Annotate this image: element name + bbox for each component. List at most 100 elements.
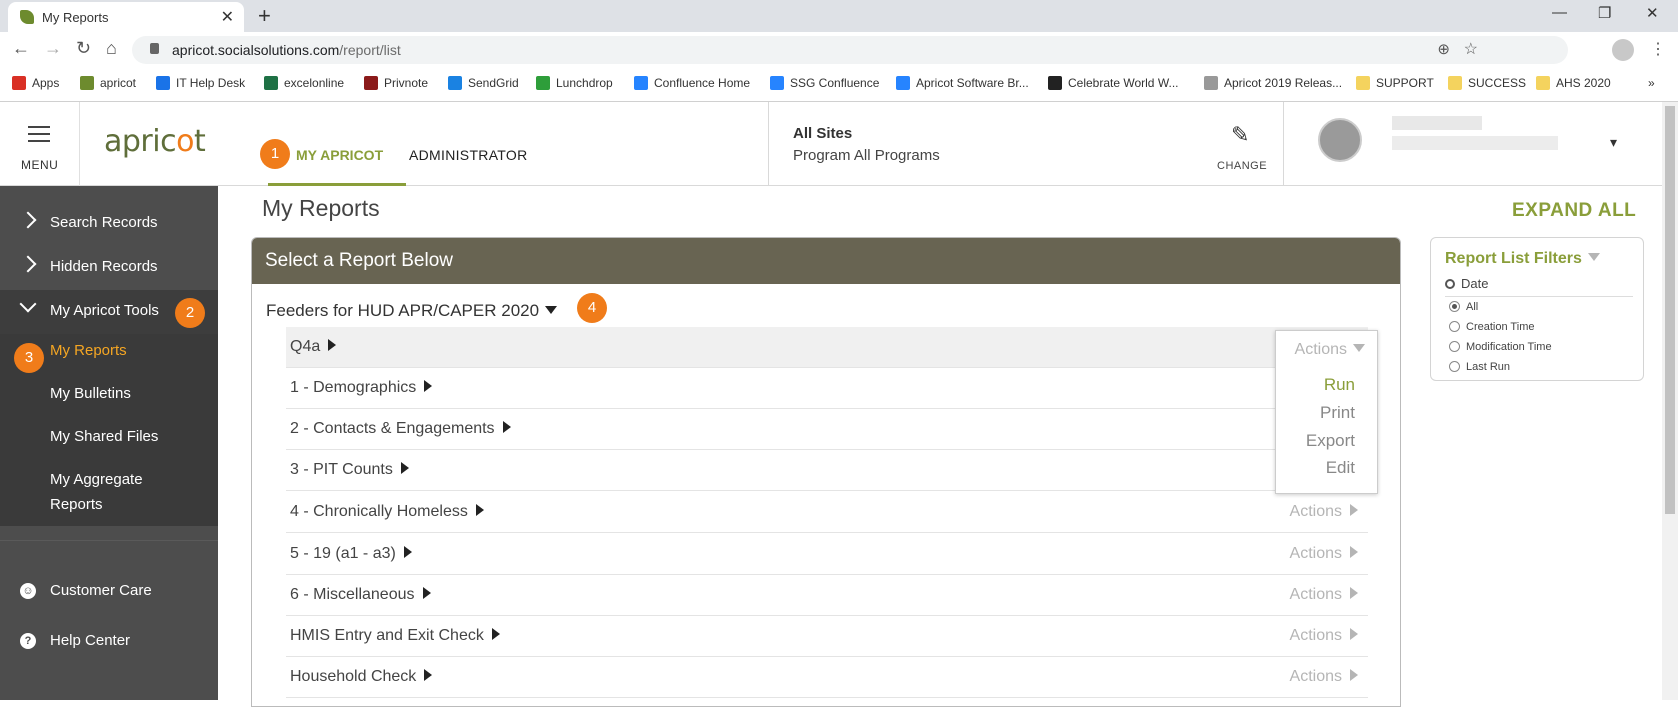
back-icon[interactable]: ← bbox=[12, 38, 30, 59]
maximize-icon[interactable]: ❐ bbox=[1598, 4, 1611, 22]
sidebar-item-search-records[interactable]: Search Records bbox=[0, 202, 218, 246]
table-row[interactable]: 1 - Demographics bbox=[286, 368, 1368, 409]
table-row[interactable]: 6 - Miscellaneous Actions bbox=[286, 575, 1368, 616]
panel-header: Select a Report Below bbox=[252, 238, 1400, 284]
table-row[interactable]: 4 - Chronically Homeless Actions bbox=[286, 492, 1368, 533]
expand-all-button[interactable]: EXPAND ALL bbox=[1512, 200, 1636, 222]
filters-title[interactable]: Report List Filters bbox=[1445, 250, 1600, 268]
bookmark-star-icon[interactable]: ☆ bbox=[1464, 39, 1478, 59]
change-button[interactable]: CHANGE bbox=[1217, 160, 1267, 172]
bookmark-confluence-home[interactable]: Confluence Home bbox=[634, 76, 750, 90]
table-row[interactable]: 3 - PIT Counts bbox=[286, 450, 1368, 491]
tab-administrator[interactable]: ADMINISTRATOR bbox=[409, 147, 528, 163]
report-row-q4a[interactable]: Q4a bbox=[286, 327, 1368, 368]
caret-right-icon bbox=[1350, 504, 1358, 516]
browser-tab[interactable]: My Reports ✕ bbox=[8, 2, 244, 32]
actions-button[interactable]: Actions bbox=[1290, 668, 1358, 686]
table-row[interactable]: Household Check Actions bbox=[286, 657, 1368, 698]
radio-last-run[interactable]: Last Run bbox=[1449, 361, 1510, 373]
actions-button[interactable]: Actions bbox=[1290, 545, 1358, 563]
new-tab-button[interactable]: + bbox=[258, 3, 271, 29]
minimize-icon[interactable]: — bbox=[1552, 4, 1567, 21]
report-name: 1 - Demographics bbox=[290, 379, 433, 397]
radio-button[interactable] bbox=[1449, 321, 1460, 332]
avatar[interactable] bbox=[1318, 118, 1362, 162]
reload-icon[interactable]: ↻ bbox=[76, 38, 91, 59]
bookmark-ahs-2020[interactable]: AHS 2020 bbox=[1536, 76, 1611, 90]
bookmark-lunchdrop[interactable]: Lunchdrop bbox=[536, 76, 613, 90]
address-bar[interactable]: apricot.socialsolutions.com/report/list … bbox=[132, 36, 1568, 64]
report-group-toggle[interactable]: Feeders for HUD APR/CAPER 2020 bbox=[266, 301, 558, 321]
forward-icon[interactable]: → bbox=[44, 38, 62, 59]
actions-button[interactable]: Actions bbox=[1290, 586, 1358, 604]
lock-icon bbox=[150, 43, 159, 54]
edit-menu-item[interactable]: Edit bbox=[1326, 458, 1355, 478]
actions-button[interactable]: Actions bbox=[1290, 627, 1358, 645]
radio-button[interactable] bbox=[1449, 301, 1460, 312]
sidebar-item-help-center[interactable]: ? Help Center bbox=[0, 620, 218, 664]
step-badge-3: 3 bbox=[14, 343, 44, 373]
tab-my-apricot[interactable]: MY APRICOT bbox=[268, 102, 406, 186]
sidebar-item-my-aggregate-reports[interactable]: My Aggregate Reports bbox=[50, 471, 143, 513]
report-name: 5 - 19 (a1 - a3) bbox=[290, 545, 412, 563]
menu-button[interactable]: MENU bbox=[0, 102, 80, 186]
actions-dropdown-header[interactable]: Actions bbox=[1295, 341, 1365, 359]
url-text[interactable]: apricot.socialsolutions.com/report/list bbox=[172, 42, 401, 58]
actions-button[interactable]: Actions bbox=[1290, 503, 1358, 521]
caret-right-icon bbox=[1350, 669, 1358, 681]
radio-button[interactable] bbox=[1449, 361, 1460, 372]
bookmark-apricot-2019[interactable]: Apricot 2019 Releas... bbox=[1204, 76, 1342, 90]
sidebar-item-my-bulletins[interactable]: My Bulletins bbox=[50, 385, 131, 402]
caret-right-icon bbox=[1350, 628, 1358, 640]
pencil-icon[interactable]: ✎ bbox=[1231, 122, 1249, 148]
confluence-icon bbox=[634, 76, 648, 90]
bookmark-sendgrid[interactable]: SendGrid bbox=[448, 76, 519, 90]
bookmark-excelonline[interactable]: excelonline bbox=[264, 76, 344, 90]
bookmark-it-help-desk[interactable]: IT Help Desk bbox=[156, 76, 245, 90]
scrollbar-thumb[interactable] bbox=[1665, 106, 1675, 514]
bookmark-apps[interactable]: Apps bbox=[12, 76, 59, 90]
apricot-favicon-icon bbox=[20, 10, 34, 24]
bookmark-apricot[interactable]: apricot bbox=[80, 76, 136, 90]
report-list-filters: Report List Filters Date All Creation Ti… bbox=[1430, 237, 1644, 381]
close-tab-icon[interactable]: ✕ bbox=[221, 7, 234, 27]
browser-toolbar: ← → ↻ ⌂ apricot.socialsolutions.com/repo… bbox=[0, 32, 1678, 68]
sidebar-item-my-shared-files[interactable]: My Shared Files bbox=[50, 428, 158, 445]
bookmark-success[interactable]: SUCCESS bbox=[1448, 76, 1526, 90]
bookmark-privnote[interactable]: Privnote bbox=[364, 76, 428, 90]
browser-tab-title: My Reports bbox=[42, 10, 109, 25]
sidebar: Search Records Hidden Records My Apricot… bbox=[0, 186, 218, 700]
window-close-icon[interactable]: ✕ bbox=[1646, 4, 1659, 22]
sidebar-item-customer-care[interactable]: ☺ Customer Care bbox=[0, 570, 218, 614]
apricot-logo[interactable]: apricot bbox=[104, 124, 206, 159]
zoom-icon[interactable]: ⊕ bbox=[1437, 40, 1450, 58]
chevron-down-icon[interactable]: ▾ bbox=[1610, 134, 1617, 151]
page-scrollbar[interactable] bbox=[1662, 102, 1678, 700]
bookmarks-overflow-icon[interactable]: » bbox=[1648, 76, 1655, 90]
radio-creation-time[interactable]: Creation Time bbox=[1449, 321, 1534, 333]
table-row[interactable]: 5 - 19 (a1 - a3) Actions bbox=[286, 534, 1368, 575]
sidebar-item-hidden-records[interactable]: Hidden Records bbox=[0, 246, 218, 290]
radio-all[interactable]: All bbox=[1449, 301, 1478, 313]
profile-icon[interactable] bbox=[1612, 39, 1634, 61]
run-menu-item[interactable]: Run bbox=[1324, 375, 1355, 395]
table-row[interactable]: 2 - Contacts & Engagements bbox=[286, 409, 1368, 450]
help-icon: ? bbox=[20, 633, 36, 649]
print-menu-item[interactable]: Print bbox=[1320, 403, 1355, 423]
bookmark-celebrate[interactable]: Celebrate World W... bbox=[1048, 76, 1178, 90]
sendgrid-icon bbox=[448, 76, 462, 90]
bookmark-ssg-confluence[interactable]: SSG Confluence bbox=[770, 76, 879, 90]
report-name: 2 - Contacts & Engagements bbox=[290, 420, 511, 438]
radio-button[interactable] bbox=[1449, 341, 1460, 352]
table-row[interactable]: HMIS Entry and Exit Check Actions bbox=[286, 616, 1368, 657]
radio-modification-time[interactable]: Modification Time bbox=[1449, 341, 1552, 353]
caret-right-icon bbox=[422, 587, 431, 599]
home-icon[interactable]: ⌂ bbox=[106, 38, 117, 59]
export-menu-item[interactable]: Export bbox=[1306, 431, 1355, 451]
chevron-right-icon bbox=[19, 255, 37, 273]
caret-right-icon bbox=[424, 669, 433, 681]
browser-menu-icon[interactable]: ⋮ bbox=[1650, 39, 1666, 59]
bookmark-support[interactable]: SUPPORT bbox=[1356, 76, 1434, 90]
sidebar-item-my-reports[interactable]: My Reports bbox=[50, 342, 127, 359]
bookmark-apricot-software[interactable]: Apricot Software Br... bbox=[896, 76, 1029, 90]
